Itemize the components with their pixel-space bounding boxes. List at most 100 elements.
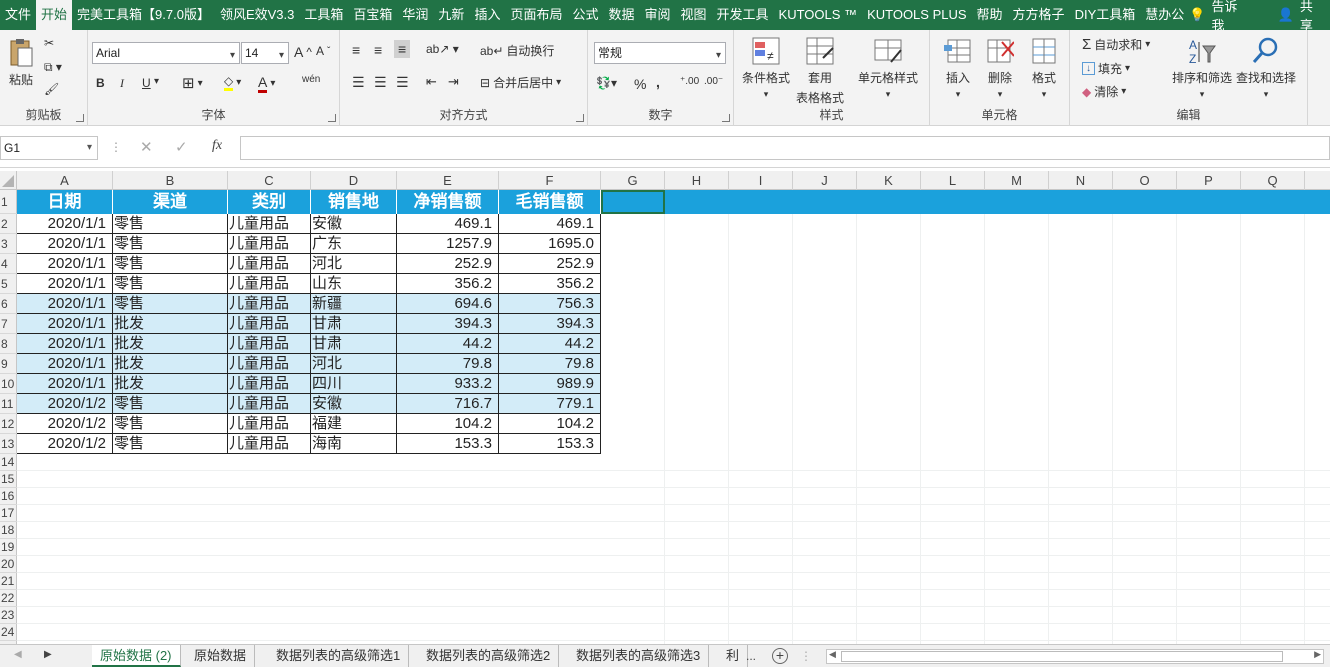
column-header-F[interactable]: F — [499, 171, 601, 190]
drag-handle-icon[interactable]: ⋮ — [110, 140, 122, 154]
cell-F3[interactable]: 1695.0 — [499, 234, 601, 254]
row-header-16[interactable]: 16 — [0, 488, 17, 505]
scrollbar-thumb[interactable] — [841, 651, 1283, 662]
cell-D2[interactable]: 安徽 — [311, 214, 397, 234]
cell-D9[interactable]: 河北 — [311, 354, 397, 374]
sheet-tab-4[interactable]: 数据列表的高级筛选3 — [568, 645, 710, 667]
cell-E11[interactable]: 716.7 — [397, 394, 499, 414]
cell-A7[interactable]: 2020/1/1 — [17, 314, 113, 334]
row-header-3[interactable]: 3 — [0, 234, 17, 254]
cut-button[interactable]: ✂ — [44, 36, 54, 50]
cancel-icon[interactable]: ✕ — [140, 138, 153, 156]
cell-A6[interactable]: 2020/1/1 — [17, 294, 113, 314]
cell-D10[interactable]: 四川 — [311, 374, 397, 394]
cell-C11[interactable]: 儿童用品 — [228, 394, 311, 414]
menu-tab-13[interactable]: 视图 — [676, 0, 712, 30]
cell-grid[interactable]: 日期 渠道 类别 销售地 净销售额 毛销售额 2020/1/1 零售 儿童用品 安徽 469.1 46… — [17, 190, 1330, 644]
column-header-K[interactable]: K — [857, 171, 921, 190]
bold-button[interactable]: B — [96, 76, 105, 90]
paste-button[interactable]: 粘贴 — [8, 38, 34, 88]
border-button[interactable]: ⊞ ▾ — [182, 74, 203, 92]
menu-tab-15[interactable]: KUTOOLS ™ — [774, 0, 863, 30]
cell-D4[interactable]: 河北 — [311, 254, 397, 274]
column-header-P[interactable]: P — [1177, 171, 1241, 190]
header-cell-B[interactable]: 渠道 — [113, 190, 228, 214]
cell-B13[interactable]: 零售 — [113, 434, 228, 454]
column-header-Q[interactable]: Q — [1241, 171, 1305, 190]
sort-filter-button[interactable]: AZ 排序和筛选 ▾ — [1172, 36, 1232, 100]
cell-B5[interactable]: 零售 — [113, 274, 228, 294]
row-header-4[interactable]: 4 — [0, 254, 17, 274]
column-header-D[interactable]: D — [311, 171, 397, 190]
tab-split-handle[interactable]: ⋮ — [800, 649, 812, 663]
align-bottom-button[interactable]: ≡ — [394, 40, 411, 58]
cell-E13[interactable]: 153.3 — [397, 434, 499, 454]
row-header-6[interactable]: 6 — [0, 294, 17, 314]
cell-A3[interactable]: 2020/1/1 — [17, 234, 113, 254]
insert-button[interactable]: 插入 ▾ — [944, 36, 972, 100]
clipboard-launcher-icon[interactable] — [76, 114, 84, 122]
sheet-tab-5[interactable]: 利 — [718, 645, 749, 667]
cell-C4[interactable]: 儿童用品 — [228, 254, 311, 274]
column-header-N[interactable]: N — [1049, 171, 1113, 190]
row-header-10[interactable]: 10 — [0, 374, 17, 394]
sheet-tab-0[interactable]: 原始数据 (2) — [92, 645, 181, 667]
underline-button[interactable]: U — [142, 76, 151, 90]
cell-E3[interactable]: 1257.9 — [397, 234, 499, 254]
cell-C6[interactable]: 儿童用品 — [228, 294, 311, 314]
cell-A9[interactable]: 2020/1/1 — [17, 354, 113, 374]
more-tabs-button[interactable]: ... — [746, 645, 756, 667]
cell-D12[interactable]: 福建 — [311, 414, 397, 434]
cell-B2[interactable]: 零售 — [113, 214, 228, 234]
cell-E10[interactable]: 933.2 — [397, 374, 499, 394]
scroll-left-arrow-icon[interactable]: ◀ — [829, 649, 836, 660]
menu-tab-12[interactable]: 审阅 — [640, 0, 676, 30]
format-painter-button[interactable]: 🖌 — [44, 82, 59, 96]
horizontal-scrollbar[interactable]: ◀ ▶ — [826, 649, 1324, 664]
cell-F13[interactable]: 153.3 — [499, 434, 601, 454]
column-header-C[interactable]: C — [228, 171, 311, 190]
number-launcher-icon[interactable] — [722, 114, 730, 122]
row-header-7[interactable]: 7 — [0, 314, 17, 334]
cell-A8[interactable]: 2020/1/1 — [17, 334, 113, 354]
cell-B7[interactable]: 批发 — [113, 314, 228, 334]
cell-A4[interactable]: 2020/1/1 — [17, 254, 113, 274]
merge-center-button[interactable]: ⊟ 合并后居中 ▾ — [480, 74, 561, 91]
menu-tab-18[interactable]: 方方格子 — [1008, 0, 1070, 30]
cell-E8[interactable]: 44.2 — [397, 334, 499, 354]
cell-C7[interactable]: 儿童用品 — [228, 314, 311, 334]
font-color-button[interactable]: A ▾ — [258, 74, 275, 93]
row-header-5[interactable]: 5 — [0, 274, 17, 294]
column-header-E[interactable]: E — [397, 171, 499, 190]
sheet-tab-3[interactable]: 数据列表的高级筛选2 — [418, 645, 560, 667]
underline-dropdown[interactable]: ▾ — [154, 76, 159, 87]
menu-tab-19[interactable]: DIY工具箱 — [1070, 0, 1141, 30]
wrap-text-button[interactable]: ab↵ 自动换行 — [480, 42, 554, 59]
menu-tab-20[interactable]: 慧办公 — [1140, 0, 1189, 30]
clear-button[interactable]: ◆ 清除 ▾ — [1082, 83, 1126, 100]
cell-F2[interactable]: 469.1 — [499, 214, 601, 234]
sheet-tab-2[interactable]: 数据列表的高级筛选1 — [268, 645, 410, 667]
grow-font-button[interactable]: A ^ — [294, 44, 312, 60]
menu-tab-6[interactable]: 华润 — [397, 0, 433, 30]
cell-E6[interactable]: 694.6 — [397, 294, 499, 314]
menu-tab-3[interactable]: 领风E效V3.3 — [215, 0, 299, 30]
cell-F10[interactable]: 989.9 — [499, 374, 601, 394]
percent-button[interactable]: % — [634, 76, 646, 92]
menu-tab-1[interactable]: 开始 — [36, 0, 73, 30]
row-header-2[interactable]: 2 — [0, 214, 17, 234]
cell-A13[interactable]: 2020/1/2 — [17, 434, 113, 454]
cell-D6[interactable]: 新疆 — [311, 294, 397, 314]
row-header-20[interactable]: 20 — [0, 556, 17, 573]
row-header-18[interactable]: 18 — [0, 522, 17, 539]
menu-tab-8[interactable]: 插入 — [469, 0, 505, 30]
conditional-format-button[interactable]: ≠ 条件格式 ▾ — [742, 36, 790, 100]
row-header-11[interactable]: 11 — [0, 394, 17, 414]
cell-F11[interactable]: 779.1 — [499, 394, 601, 414]
row-header-19[interactable]: 19 — [0, 539, 17, 556]
menu-tab-0[interactable]: 文件 — [0, 0, 36, 30]
italic-button[interactable]: I — [120, 76, 124, 91]
cell-B3[interactable]: 零售 — [113, 234, 228, 254]
row-header-9[interactable]: 9 — [0, 354, 17, 374]
header-cell-C[interactable]: 类别 — [228, 190, 311, 214]
